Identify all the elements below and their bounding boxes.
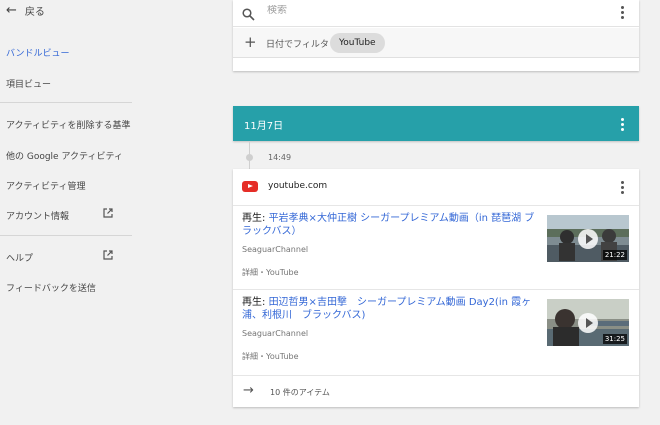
search-input[interactable] xyxy=(267,5,587,16)
back-arrow-icon: ← xyxy=(6,3,17,18)
nav-activity-controls[interactable]: アクティビティ管理 xyxy=(6,179,85,192)
youtube-logo-icon xyxy=(242,181,258,192)
nav-bundle-view[interactable]: バンドルビュー xyxy=(6,46,69,59)
nav-delete-activity[interactable]: アクティビティを削除する基準 xyxy=(6,118,130,131)
open-in-new-icon xyxy=(103,208,113,221)
list-item: 再生: 平岩孝典×大仲正樹 シーガープレミアム動画（in 琵琶湖 ブラックバス）… xyxy=(233,205,639,289)
site-header: youtube.com xyxy=(233,169,639,205)
sidebar-divider xyxy=(0,235,132,236)
search-icon[interactable] xyxy=(242,6,255,25)
date-header: 11月7日 xyxy=(233,106,639,141)
search-bar xyxy=(233,0,639,27)
sidebar: ← 戻る バンドルビュー 項目ビュー アクティビティを削除する基準 他の Goo… xyxy=(0,0,135,425)
date-label: 11月7日 xyxy=(244,121,284,132)
add-filter-icon[interactable]: + xyxy=(244,33,257,51)
open-in-new-icon xyxy=(103,250,113,263)
video-link[interactable]: 平岩孝典×大仲正樹 シーガープレミアム動画（in 琵琶湖 ブラックバス） xyxy=(242,213,534,237)
arrow-right-icon: → xyxy=(243,383,254,398)
site-name: youtube.com xyxy=(268,181,328,191)
video-duration: 31:25 xyxy=(602,334,627,344)
channel-name: SeaguarChannel xyxy=(242,245,309,254)
video-link[interactable]: 田辺哲男×吉田撃 シーガープレミアム動画 Day2(in 霞ヶ浦、利根川 ブラッ… xyxy=(242,297,531,321)
video-duration: 21:22 xyxy=(602,250,627,260)
card-more-icon[interactable] xyxy=(621,181,624,194)
video-thumbnail[interactable]: 21:22 xyxy=(547,215,629,262)
activity-time: 14:49 xyxy=(268,153,292,162)
date-filter-label[interactable]: 日付でフィルタ xyxy=(266,37,329,50)
nav-other-google-activity[interactable]: 他の Google アクティビティ xyxy=(6,149,123,162)
more-items-label: 10 件のアイテム xyxy=(270,388,330,397)
youtube-filter-chip[interactable]: YouTube xyxy=(330,33,385,53)
entry-title: 再生: 田辺哲男×吉田撃 シーガープレミアム動画 Day2(in 霞ヶ浦、利根川… xyxy=(242,297,532,321)
activity-card: youtube.com 再生: 平岩孝典×大仲正樹 シーガープレミアム動画（in… xyxy=(233,169,639,407)
filter-row: + 日付でフィルタ YouTube xyxy=(233,28,639,58)
date-more-icon[interactable] xyxy=(621,118,624,131)
nav-send-feedback[interactable]: フィードバックを送信 xyxy=(6,281,96,294)
back-label: 戻る xyxy=(24,7,45,18)
play-icon xyxy=(578,313,598,333)
nav-help[interactable]: ヘルプ xyxy=(6,250,113,264)
search-more-icon[interactable] xyxy=(621,6,624,19)
list-item: 再生: 田辺哲男×吉田撃 シーガープレミアム動画 Day2(in 霞ヶ浦、利根川… xyxy=(233,289,639,373)
back-button[interactable]: ← 戻る xyxy=(6,3,45,18)
timeline-dot xyxy=(246,154,253,161)
play-icon xyxy=(578,229,598,249)
video-thumbnail[interactable]: 31:25 xyxy=(547,299,629,346)
details-link[interactable]: 詳細・YouTube xyxy=(242,351,299,362)
entry-title: 再生: 平岩孝典×大仲正樹 シーガープレミアム動画（in 琵琶湖 ブラックバス） xyxy=(242,213,535,237)
more-items-row[interactable]: → 10 件のアイテム xyxy=(233,375,639,407)
channel-name: SeaguarChannel xyxy=(242,329,309,338)
sidebar-divider xyxy=(0,102,132,103)
nav-account-info[interactable]: アカウント情報 xyxy=(6,208,113,222)
nav-item-view[interactable]: 項目ビュー xyxy=(6,77,51,90)
details-link[interactable]: 詳細・YouTube xyxy=(242,267,299,278)
search-card: + 日付でフィルタ YouTube xyxy=(233,0,639,71)
